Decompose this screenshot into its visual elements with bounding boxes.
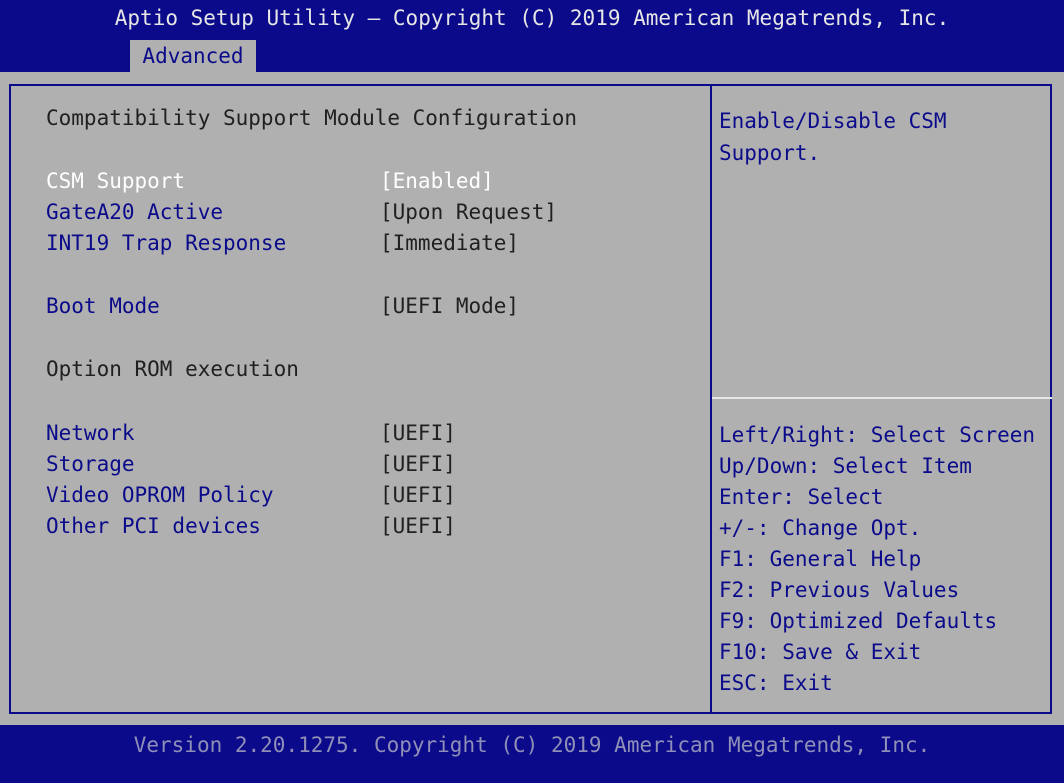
- help-description-line-2: Support.: [719, 141, 821, 165]
- help-key-left-right: Left/Right: Select Screen: [719, 423, 1036, 447]
- setting-label-int19-trap-response[interactable]: INT19 Trap Response: [46, 228, 286, 258]
- setting-value-gatea20-active[interactable]: [Upon Request]: [380, 197, 557, 227]
- setting-value-csm-support[interactable]: [Enabled]: [380, 166, 494, 196]
- setting-label-csm-support[interactable]: CSM Support: [46, 166, 185, 196]
- tab-advanced[interactable]: Advanced: [130, 40, 256, 72]
- setting-label-gatea20-active[interactable]: GateA20 Active: [46, 197, 223, 227]
- setting-label-other-pci-devices[interactable]: Other PCI devices: [46, 511, 261, 541]
- setting-value-other-pci-devices[interactable]: [UEFI]: [380, 511, 456, 541]
- panel-divider: [710, 84, 712, 714]
- setting-value-video-oprom-policy[interactable]: [UEFI]: [380, 480, 456, 510]
- setting-value-boot-mode[interactable]: [UEFI Mode]: [380, 291, 519, 321]
- setting-value-storage[interactable]: [UEFI]: [380, 449, 456, 479]
- title-bar: Aptio Setup Utility – Copyright (C) 2019…: [0, 0, 1064, 72]
- help-key-esc: ESC: Exit: [719, 671, 833, 695]
- help-key-up-down: Up/Down: Select Item: [719, 454, 972, 478]
- version-text: Version 2.20.1275. Copyright (C) 2019 Am…: [133, 733, 931, 757]
- help-key-change-opt: +/-: Change Opt.: [719, 516, 922, 540]
- page-heading: Compatibility Support Module Configurati…: [46, 106, 578, 130]
- setting-label-network[interactable]: Network: [46, 418, 135, 448]
- footer-bar: Version 2.20.1275. Copyright (C) 2019 Am…: [0, 725, 1064, 783]
- setting-label-boot-mode[interactable]: Boot Mode: [46, 291, 160, 321]
- setting-label-video-oprom-policy[interactable]: Video OPROM Policy: [46, 480, 274, 510]
- help-key-f9: F9: Optimized Defaults: [719, 609, 998, 633]
- setting-label-storage[interactable]: Storage: [46, 449, 135, 479]
- setting-value-network[interactable]: [UEFI]: [380, 418, 456, 448]
- help-key-f10: F10: Save & Exit: [719, 640, 922, 664]
- option-rom-heading: Option ROM execution: [46, 357, 299, 381]
- help-description-line-1: Enable/Disable CSM: [719, 109, 947, 133]
- help-key-f2: F2: Previous Values: [719, 578, 960, 602]
- help-divider: [712, 397, 1052, 399]
- help-key-enter: Enter: Select: [719, 485, 884, 509]
- setting-value-int19-trap-response[interactable]: [Immediate]: [380, 228, 519, 258]
- utility-title: Aptio Setup Utility – Copyright (C) 2019…: [114, 6, 950, 30]
- help-key-f1: F1: General Help: [719, 547, 922, 571]
